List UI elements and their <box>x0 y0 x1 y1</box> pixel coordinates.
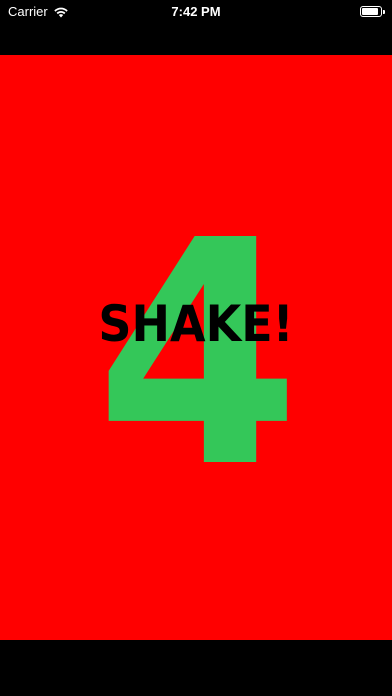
status-time: 7:42 PM <box>171 4 221 19</box>
status-bar: Carrier 7:42 PM <box>0 0 392 54</box>
countdown-number: 4 <box>95 175 300 536</box>
game-area[interactable]: 4 SHAKE! <box>0 55 392 640</box>
battery-level <box>362 8 378 15</box>
battery-icon <box>360 6 385 17</box>
bottom-bar <box>0 640 392 696</box>
shake-prompt: SHAKE! <box>98 295 294 353</box>
